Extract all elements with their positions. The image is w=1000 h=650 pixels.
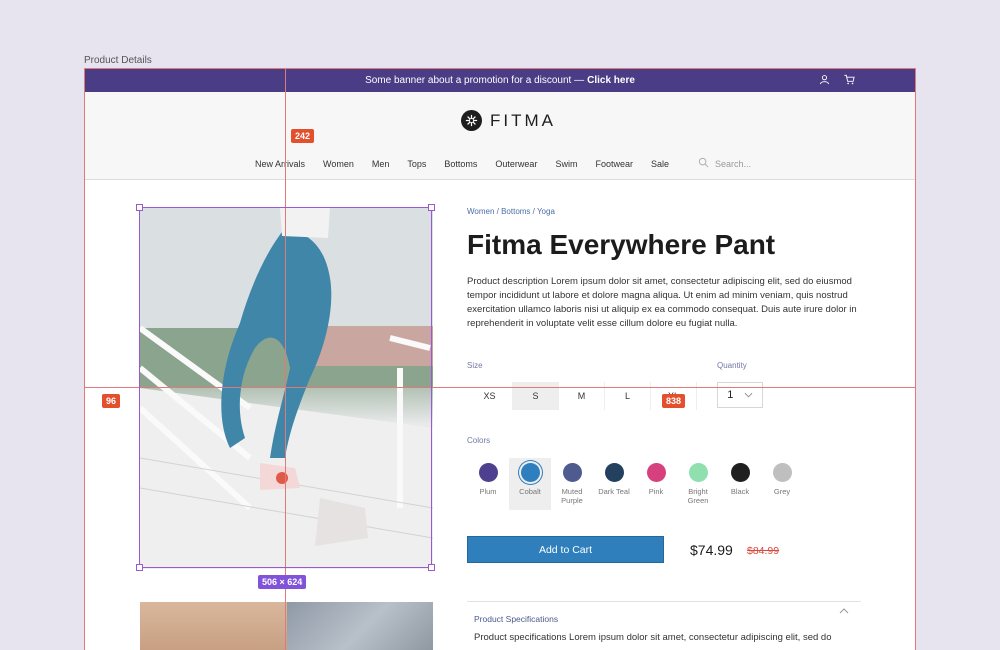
- product-description: Product description Lorem ipsum dolor si…: [467, 276, 857, 329]
- color-name: Cobalt: [519, 487, 541, 496]
- color-option-cobalt[interactable]: Cobalt: [509, 458, 551, 510]
- color-option-pink[interactable]: Pink: [635, 458, 677, 510]
- yoga-pose-photo: [287, 602, 433, 650]
- measure-tag-top: 242: [291, 129, 315, 143]
- color-name: Pink: [648, 487, 664, 496]
- promo-text: Some banner about a promotion for a disc…: [365, 75, 585, 86]
- color-name: Dark Teal: [598, 487, 630, 496]
- color-option-bright-green[interactable]: Bright Green: [677, 458, 719, 510]
- nav-item-new-arrivals[interactable]: New Arrivals: [255, 159, 305, 169]
- search-input[interactable]: Search...: [698, 157, 754, 170]
- color-swatch: [772, 463, 792, 482]
- nav-item-tops[interactable]: Tops: [407, 159, 426, 169]
- breadcrumb[interactable]: Women / Bottoms / Yoga: [467, 207, 555, 216]
- nav-item-men[interactable]: Men: [372, 159, 390, 169]
- add-to-cart-button[interactable]: Add to Cart: [467, 536, 664, 563]
- color-swatch: [688, 463, 708, 482]
- color-swatch: [520, 463, 540, 482]
- cart-icon[interactable]: [844, 74, 855, 88]
- nav-item-bottoms[interactable]: Bottoms: [444, 159, 477, 169]
- chevron-down-icon: [744, 389, 753, 401]
- measure-tag-left: 96: [102, 394, 121, 408]
- product-secondary-image[interactable]: [140, 602, 433, 650]
- color-name: Bright Green: [687, 487, 709, 505]
- color-swatch: [604, 463, 624, 482]
- resize-handle[interactable]: [136, 204, 143, 211]
- promo-link[interactable]: Click here: [587, 75, 635, 86]
- size-label: Size: [467, 361, 483, 370]
- original-price: $84.99: [747, 545, 780, 557]
- nav-item-outerwear[interactable]: Outerwear: [495, 159, 537, 169]
- resize-handle[interactable]: [428, 204, 435, 211]
- logo-text: FITMA: [490, 110, 556, 130]
- measure-tag-right: 838: [662, 394, 686, 408]
- search-icon: [698, 157, 709, 170]
- price: $74.99: [690, 542, 733, 558]
- color-swatch: [562, 463, 582, 482]
- quantity-value: 1: [727, 389, 734, 401]
- nav-item-women[interactable]: Women: [323, 159, 354, 169]
- logo-mark-icon: [461, 110, 482, 131]
- colors-label: Colors: [467, 436, 491, 445]
- color-option-grey[interactable]: Grey: [761, 458, 803, 510]
- selection-box[interactable]: [136, 204, 435, 571]
- color-option-dark-teal[interactable]: Dark Teal: [593, 458, 635, 510]
- color-swatch: [730, 463, 750, 482]
- specs-title: Product Specifications: [474, 614, 559, 624]
- color-swatch: [646, 463, 666, 482]
- specs-accordion[interactable]: Product Specifications Product specifica…: [467, 601, 861, 645]
- color-name: Black: [730, 487, 750, 496]
- search-placeholder: Search...: [715, 158, 752, 169]
- nav-item-sale[interactable]: Sale: [651, 159, 669, 169]
- back-pose-photo: [140, 602, 287, 650]
- color-name: Plum: [479, 487, 497, 496]
- color-option-black[interactable]: Black: [719, 458, 761, 510]
- main-nav: New Arrivals Women Men Tops Bottoms Oute…: [85, 157, 915, 170]
- account-icon[interactable]: [819, 74, 830, 88]
- color-swatch: [478, 463, 498, 482]
- color-option-plum[interactable]: Plum: [467, 458, 509, 510]
- promo-banner: Some banner about a promotion for a disc…: [85, 69, 915, 92]
- quantity-select[interactable]: 1: [717, 382, 763, 408]
- color-option-muted-purple[interactable]: Muted Purple: [551, 458, 593, 510]
- site-header: FITMA New Arrivals Women Men Tops Bottom…: [85, 92, 915, 180]
- resize-handle[interactable]: [136, 564, 143, 571]
- nav-item-swim[interactable]: Swim: [555, 159, 577, 169]
- resize-handle[interactable]: [428, 564, 435, 571]
- color-selector: Plum Cobalt Muted Purple Dark Teal Pink …: [467, 458, 803, 510]
- dimension-tag: 506 × 624: [258, 575, 307, 589]
- color-name: Muted Purple: [561, 487, 583, 505]
- quantity-label: Quantity: [717, 361, 747, 370]
- logo[interactable]: FITMA: [461, 110, 556, 131]
- product-title: Fitma Everywhere Pant: [467, 229, 776, 260]
- color-name: Grey: [773, 487, 791, 496]
- nav-item-footwear[interactable]: Footwear: [595, 159, 633, 169]
- specs-text: Product specifications Lorem ipsum dolor…: [474, 632, 832, 643]
- frame-label: Product Details: [84, 55, 152, 66]
